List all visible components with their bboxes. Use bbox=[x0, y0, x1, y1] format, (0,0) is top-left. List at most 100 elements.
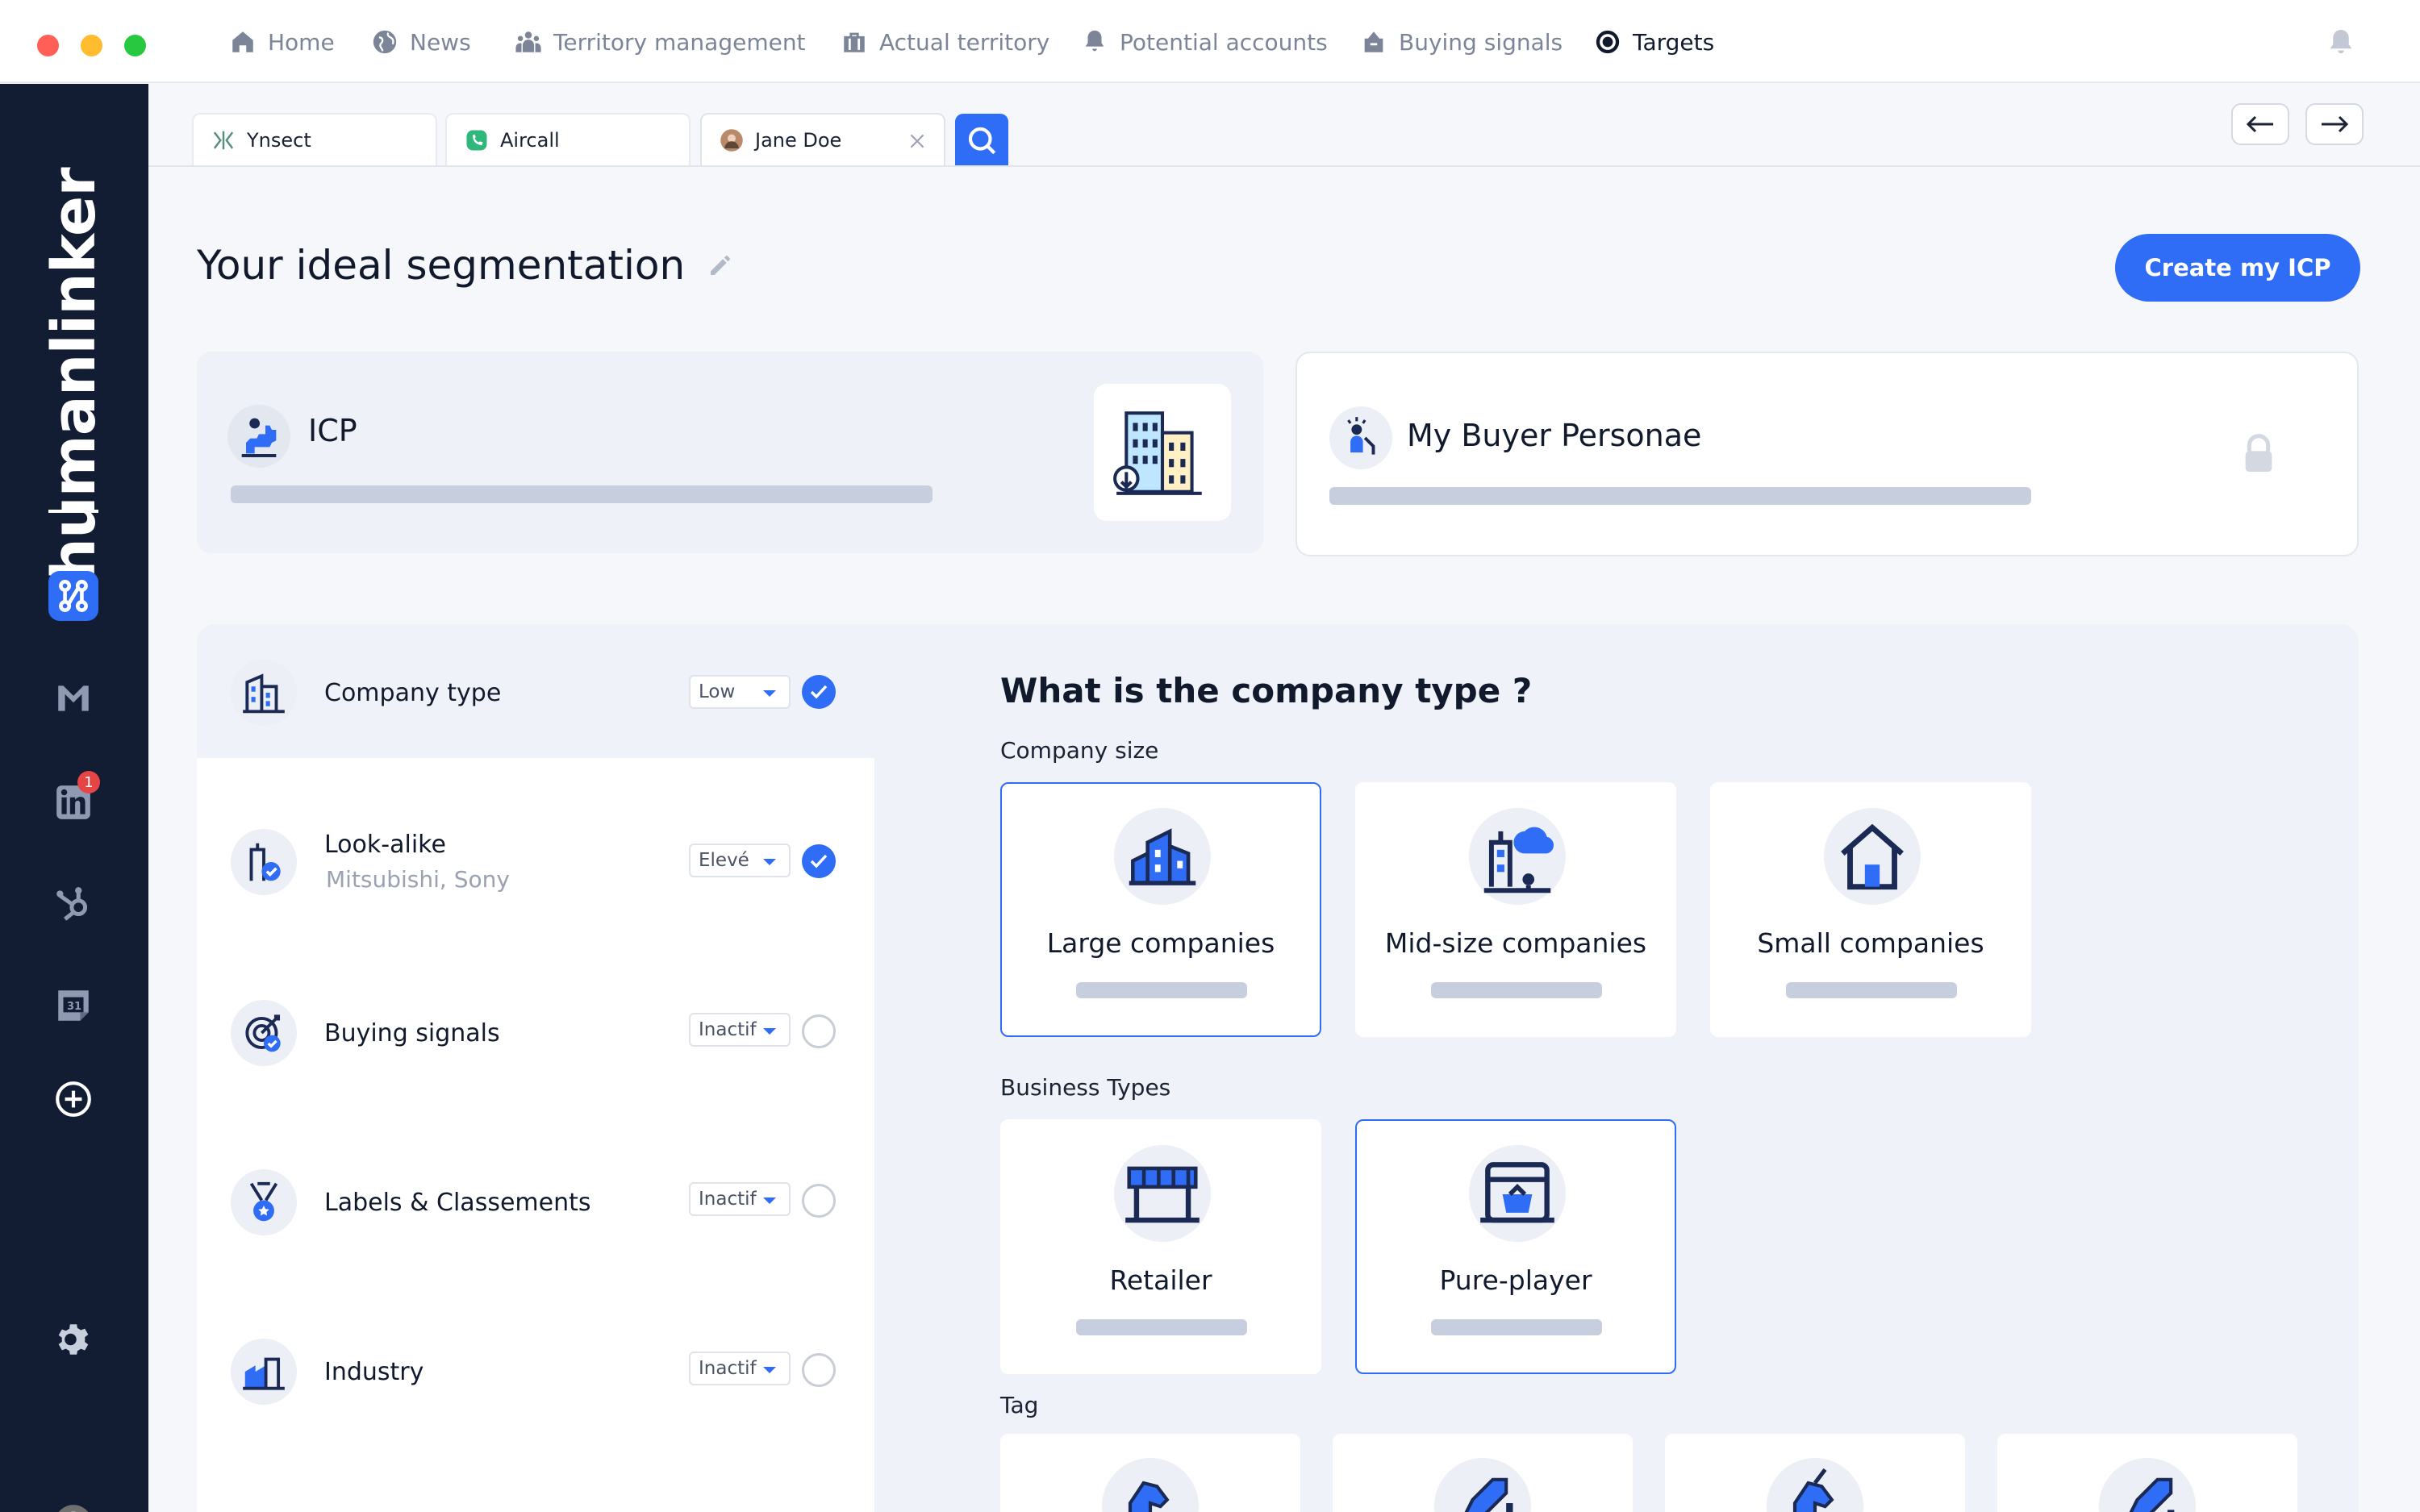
gmail-icon bbox=[58, 685, 89, 711]
buyer-personae-card[interactable]: My Buyer Personae bbox=[1296, 352, 2359, 556]
hubspot-icon bbox=[56, 887, 88, 921]
hubspot-button[interactable] bbox=[48, 879, 98, 929]
aircall-logo-icon bbox=[466, 130, 487, 151]
option-small-companies[interactable]: Small companies bbox=[1710, 782, 2031, 1037]
business-types-label: Business Types bbox=[1000, 1074, 1171, 1101]
sidebar: humanlinker 1 31 bbox=[0, 84, 148, 1512]
criterion-checkbox-industry[interactable] bbox=[802, 1353, 836, 1387]
user-avatar-button[interactable] bbox=[48, 1498, 98, 1512]
criterion-level-select-labels[interactable]: Inactif bbox=[689, 1182, 791, 1216]
option-placeholder-bar bbox=[1076, 982, 1247, 998]
criterion-label-company-type: Company type bbox=[324, 679, 502, 707]
page-title: Your ideal segmentation bbox=[197, 242, 733, 289]
industry-icon-bg bbox=[231, 1339, 297, 1405]
rocket-chart-icon bbox=[1464, 1477, 1513, 1512]
home-icon bbox=[232, 31, 253, 52]
nav-targets[interactable]: Targets bbox=[1594, 24, 1714, 60]
tab-jane-doe[interactable]: Jane Doe bbox=[700, 113, 945, 166]
option-retailer[interactable]: Retailer bbox=[1000, 1119, 1321, 1374]
caret-down-icon bbox=[763, 1028, 776, 1035]
icp-card-title: ICP bbox=[308, 413, 357, 448]
nav-home-label: Home bbox=[268, 28, 335, 56]
avatar-icon bbox=[720, 129, 743, 152]
humanlinker-app-icon bbox=[59, 580, 88, 612]
nav-actual-territory-label: Actual territory bbox=[879, 28, 1050, 56]
buying-signals-icon-bg bbox=[231, 1000, 297, 1066]
tag-option-2[interactable] bbox=[1333, 1434, 1633, 1512]
criterion-level-select-look-alike[interactable]: Elevé bbox=[689, 843, 791, 877]
tab-aircall-label: Aircall bbox=[500, 129, 560, 152]
tab-ynsect[interactable]: Ynsect bbox=[192, 113, 437, 166]
nav-targets-label: Targets bbox=[1633, 28, 1715, 56]
gear-icon bbox=[58, 1324, 89, 1355]
close-window-button[interactable] bbox=[37, 35, 59, 56]
check-icon bbox=[810, 854, 828, 868]
caret-down-icon bbox=[763, 1198, 776, 1204]
pencil-icon[interactable] bbox=[707, 252, 733, 278]
tag-option-1[interactable] bbox=[1000, 1434, 1300, 1512]
nav-territory-management[interactable]: Territory management bbox=[515, 24, 806, 60]
criterion-checkbox-look-alike[interactable] bbox=[802, 844, 836, 878]
unicorn-icon bbox=[1128, 1481, 1170, 1512]
persona-icon bbox=[1347, 417, 1375, 455]
page-title-text: Your ideal segmentation bbox=[197, 242, 686, 289]
lookalike-building-icon bbox=[249, 843, 281, 881]
nav-home[interactable]: Home bbox=[229, 24, 335, 60]
criterion-checkbox-labels[interactable] bbox=[802, 1184, 836, 1218]
create-icp-button[interactable]: Create my ICP bbox=[2115, 234, 2360, 302]
gmail-button[interactable] bbox=[48, 673, 98, 723]
mid-size-company-icon bbox=[1483, 827, 1554, 893]
nav-potential-accounts[interactable]: Potential accounts bbox=[1081, 24, 1328, 60]
question-title: What is the company type ? bbox=[1000, 671, 1533, 710]
nav-actual-territory[interactable]: Actual territory bbox=[841, 24, 1049, 60]
criterion-checkbox-company-type[interactable] bbox=[802, 675, 836, 709]
criterion-level-value: Elevé bbox=[699, 850, 749, 871]
forward-button[interactable] bbox=[2305, 103, 2364, 145]
criterion-label-look-alike: Look-alike bbox=[324, 831, 446, 859]
tag-option-3[interactable] bbox=[1665, 1434, 1965, 1512]
notifications-button[interactable] bbox=[2326, 27, 2355, 56]
sidebar-divider bbox=[48, 510, 98, 513]
calendar-day-label: 31 bbox=[67, 1001, 82, 1013]
settings-button[interactable] bbox=[48, 1314, 98, 1364]
online-shop-icon bbox=[1480, 1162, 1554, 1223]
add-integration-button[interactable] bbox=[48, 1074, 98, 1124]
linkedin-button[interactable]: 1 bbox=[48, 771, 100, 827]
criterion-level-select-company-type[interactable]: Low bbox=[689, 675, 791, 709]
search-button[interactable] bbox=[955, 114, 1008, 167]
humanlinker-app-button[interactable] bbox=[48, 571, 98, 621]
calendar-button[interactable]: 31 bbox=[48, 981, 98, 1031]
option-placeholder-bar bbox=[1431, 982, 1602, 998]
buildings-icon bbox=[1113, 411, 1202, 495]
medal-icon bbox=[249, 1181, 278, 1222]
close-icon[interactable] bbox=[907, 131, 928, 152]
nav-buying-signals[interactable]: Buying signals bbox=[1360, 24, 1563, 60]
look-alike-icon-bg bbox=[231, 829, 297, 895]
criterion-level-select-buying-signals[interactable]: Inactif bbox=[689, 1013, 791, 1047]
option-placeholder-bar bbox=[1786, 982, 1957, 998]
tab-strip-border bbox=[148, 165, 2420, 167]
option-label: Mid-size companies bbox=[1384, 927, 1647, 959]
bell-icon bbox=[2330, 30, 2352, 54]
option-mid-size-companies[interactable]: Mid-size companies bbox=[1355, 782, 1676, 1037]
option-pure-player[interactable]: Pure-player bbox=[1355, 1119, 1676, 1374]
tab-ynsect-label: Ynsect bbox=[247, 129, 311, 152]
house-icon bbox=[1841, 823, 1904, 890]
option-large-companies[interactable]: Large companies bbox=[1000, 782, 1321, 1037]
tag-option-4[interactable] bbox=[1997, 1434, 2297, 1512]
maximize-window-button[interactable] bbox=[124, 35, 146, 56]
nav-news[interactable]: News bbox=[371, 24, 471, 60]
ynsect-logo-icon bbox=[213, 131, 234, 150]
building-icon bbox=[243, 673, 285, 714]
minimize-window-button[interactable] bbox=[81, 35, 102, 56]
criterion-label-labels: Labels & Classements bbox=[324, 1189, 591, 1217]
option-label: Pure-player bbox=[1439, 1264, 1592, 1296]
criterion-level-select-industry[interactable]: Inactif bbox=[689, 1352, 791, 1385]
back-button[interactable] bbox=[2231, 103, 2289, 145]
option-placeholder-bar bbox=[1076, 1319, 1247, 1335]
criterion-checkbox-buying-signals[interactable] bbox=[802, 1014, 836, 1048]
nav-potential-accounts-label: Potential accounts bbox=[1120, 28, 1328, 56]
option-label: Retailer bbox=[1109, 1264, 1212, 1296]
icp-card[interactable]: ICP bbox=[197, 352, 1263, 553]
tab-aircall[interactable]: Aircall bbox=[445, 113, 691, 166]
